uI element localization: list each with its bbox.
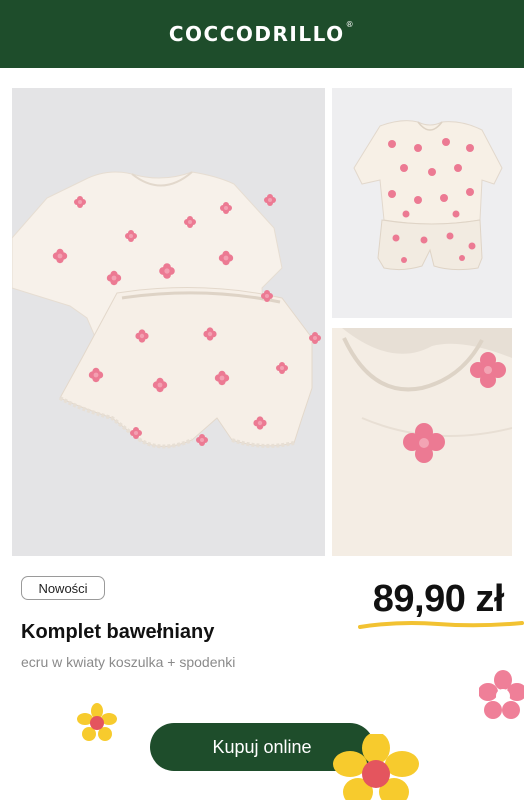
product-photo-main[interactable] [12, 88, 325, 556]
product-price: 89,90 zł [372, 578, 505, 620]
big-yellow-flower-icon [333, 734, 419, 800]
product-title: Komplet bawełniany [21, 621, 215, 643]
brand-logo[interactable]: COCCODRILLO® [168, 20, 356, 46]
yellow-flower-icon [77, 703, 117, 741]
price-underline-decoration [358, 621, 524, 629]
product-photo-detail[interactable] [332, 328, 512, 556]
product-photo-hanger[interactable] [332, 88, 512, 318]
trademark-mark: ® [345, 20, 356, 29]
pink-flower-icon [479, 670, 524, 719]
product-subtitle: ecru w kwiaty koszulka + spodenki [21, 654, 236, 670]
brand-name: COCCODRILLO [168, 22, 345, 46]
new-badge: Nowości [21, 576, 105, 600]
top-banner: COCCODRILLO® [0, 0, 524, 68]
